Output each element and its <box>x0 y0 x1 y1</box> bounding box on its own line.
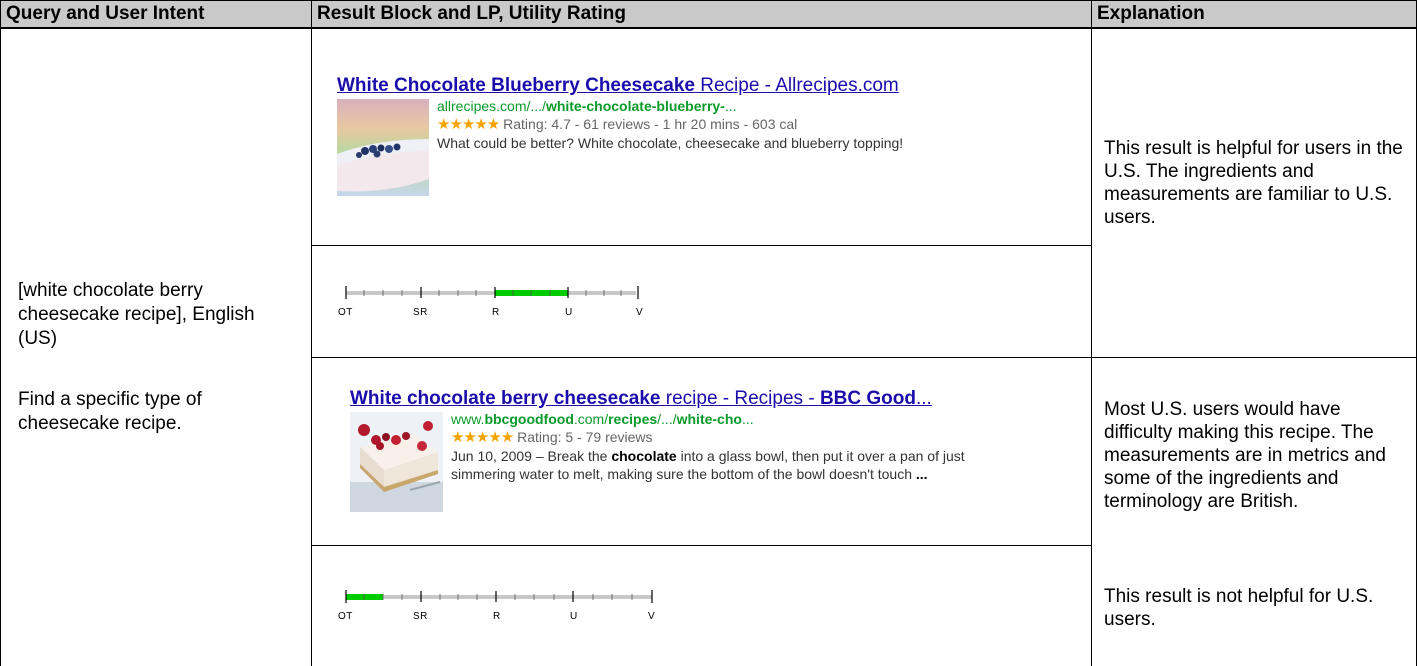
query-text: [white chocolate berry cheesecake recipe… <box>18 280 255 349</box>
rating-stars-icon: ★★★★★ <box>451 429 514 446</box>
explanation-2b: This result is not helpful for U.S. user… <box>1104 586 1374 630</box>
result-snippet: Jun 10, 2009 – Break the chocolate into … <box>451 448 965 482</box>
result-block-allrecipes: White Chocolate Blueberry Cheesecake Rec… <box>337 75 1057 196</box>
header-result-block: Result Block and LP, Utility Rating <box>311 0 1091 28</box>
cheesecake-thumbnail <box>350 412 443 512</box>
result-rating-line: ★★★★★ Rating: 4.7 - 61 reviews - 1 hr 20… <box>437 116 798 133</box>
scale-label-u: U <box>570 611 578 622</box>
explanation-1: This result is helpful for users in the … <box>1104 138 1403 228</box>
rating-stars-icon: ★★★★★ <box>437 116 500 133</box>
header-query-intent: Query and User Intent <box>0 0 311 28</box>
result-url: www.bbcgoodfood.com/recipes/.../white-ch… <box>451 411 754 427</box>
result-block-bbcgoodfood: White chocolate berry cheesecake recipe … <box>350 388 1050 512</box>
result-rating-line: ★★★★★ Rating: 5 - 79 reviews <box>451 429 653 446</box>
result-snippet: What could be better? White chocolate, c… <box>437 135 904 151</box>
scale-label-sr: SR <box>413 611 428 622</box>
explanation-2a: Most U.S. users would have difficulty ma… <box>1104 399 1386 512</box>
scale-label-v: V <box>636 307 644 318</box>
scale-label-u: U <box>565 307 573 318</box>
cheesecake-thumbnail <box>337 99 429 196</box>
utility-scale-1: OT SR R U V <box>336 285 656 325</box>
scale-label-r: R <box>493 611 501 622</box>
scale-label-ot: OT <box>338 611 353 622</box>
user-intent-text: Find a specific type of cheesecake recip… <box>18 389 202 434</box>
scale-label-r: R <box>492 307 500 318</box>
result-title-link[interactable]: White chocolate berry cheesecake recipe … <box>350 388 1050 410</box>
scale-label-sr: SR <box>413 307 428 318</box>
scale-label-ot: OT <box>338 307 353 318</box>
result-url: allrecipes.com/.../white-chocolate-blueb… <box>437 98 737 114</box>
guideline-table: Query and User Intent Result Block and L… <box>0 0 1417 666</box>
scale-label-v: V <box>648 611 656 622</box>
header-explanation: Explanation <box>1091 0 1417 28</box>
utility-scale-2: OT SR R U V <box>336 589 666 629</box>
result-title-link[interactable]: White Chocolate Blueberry Cheesecake Rec… <box>337 75 1057 97</box>
